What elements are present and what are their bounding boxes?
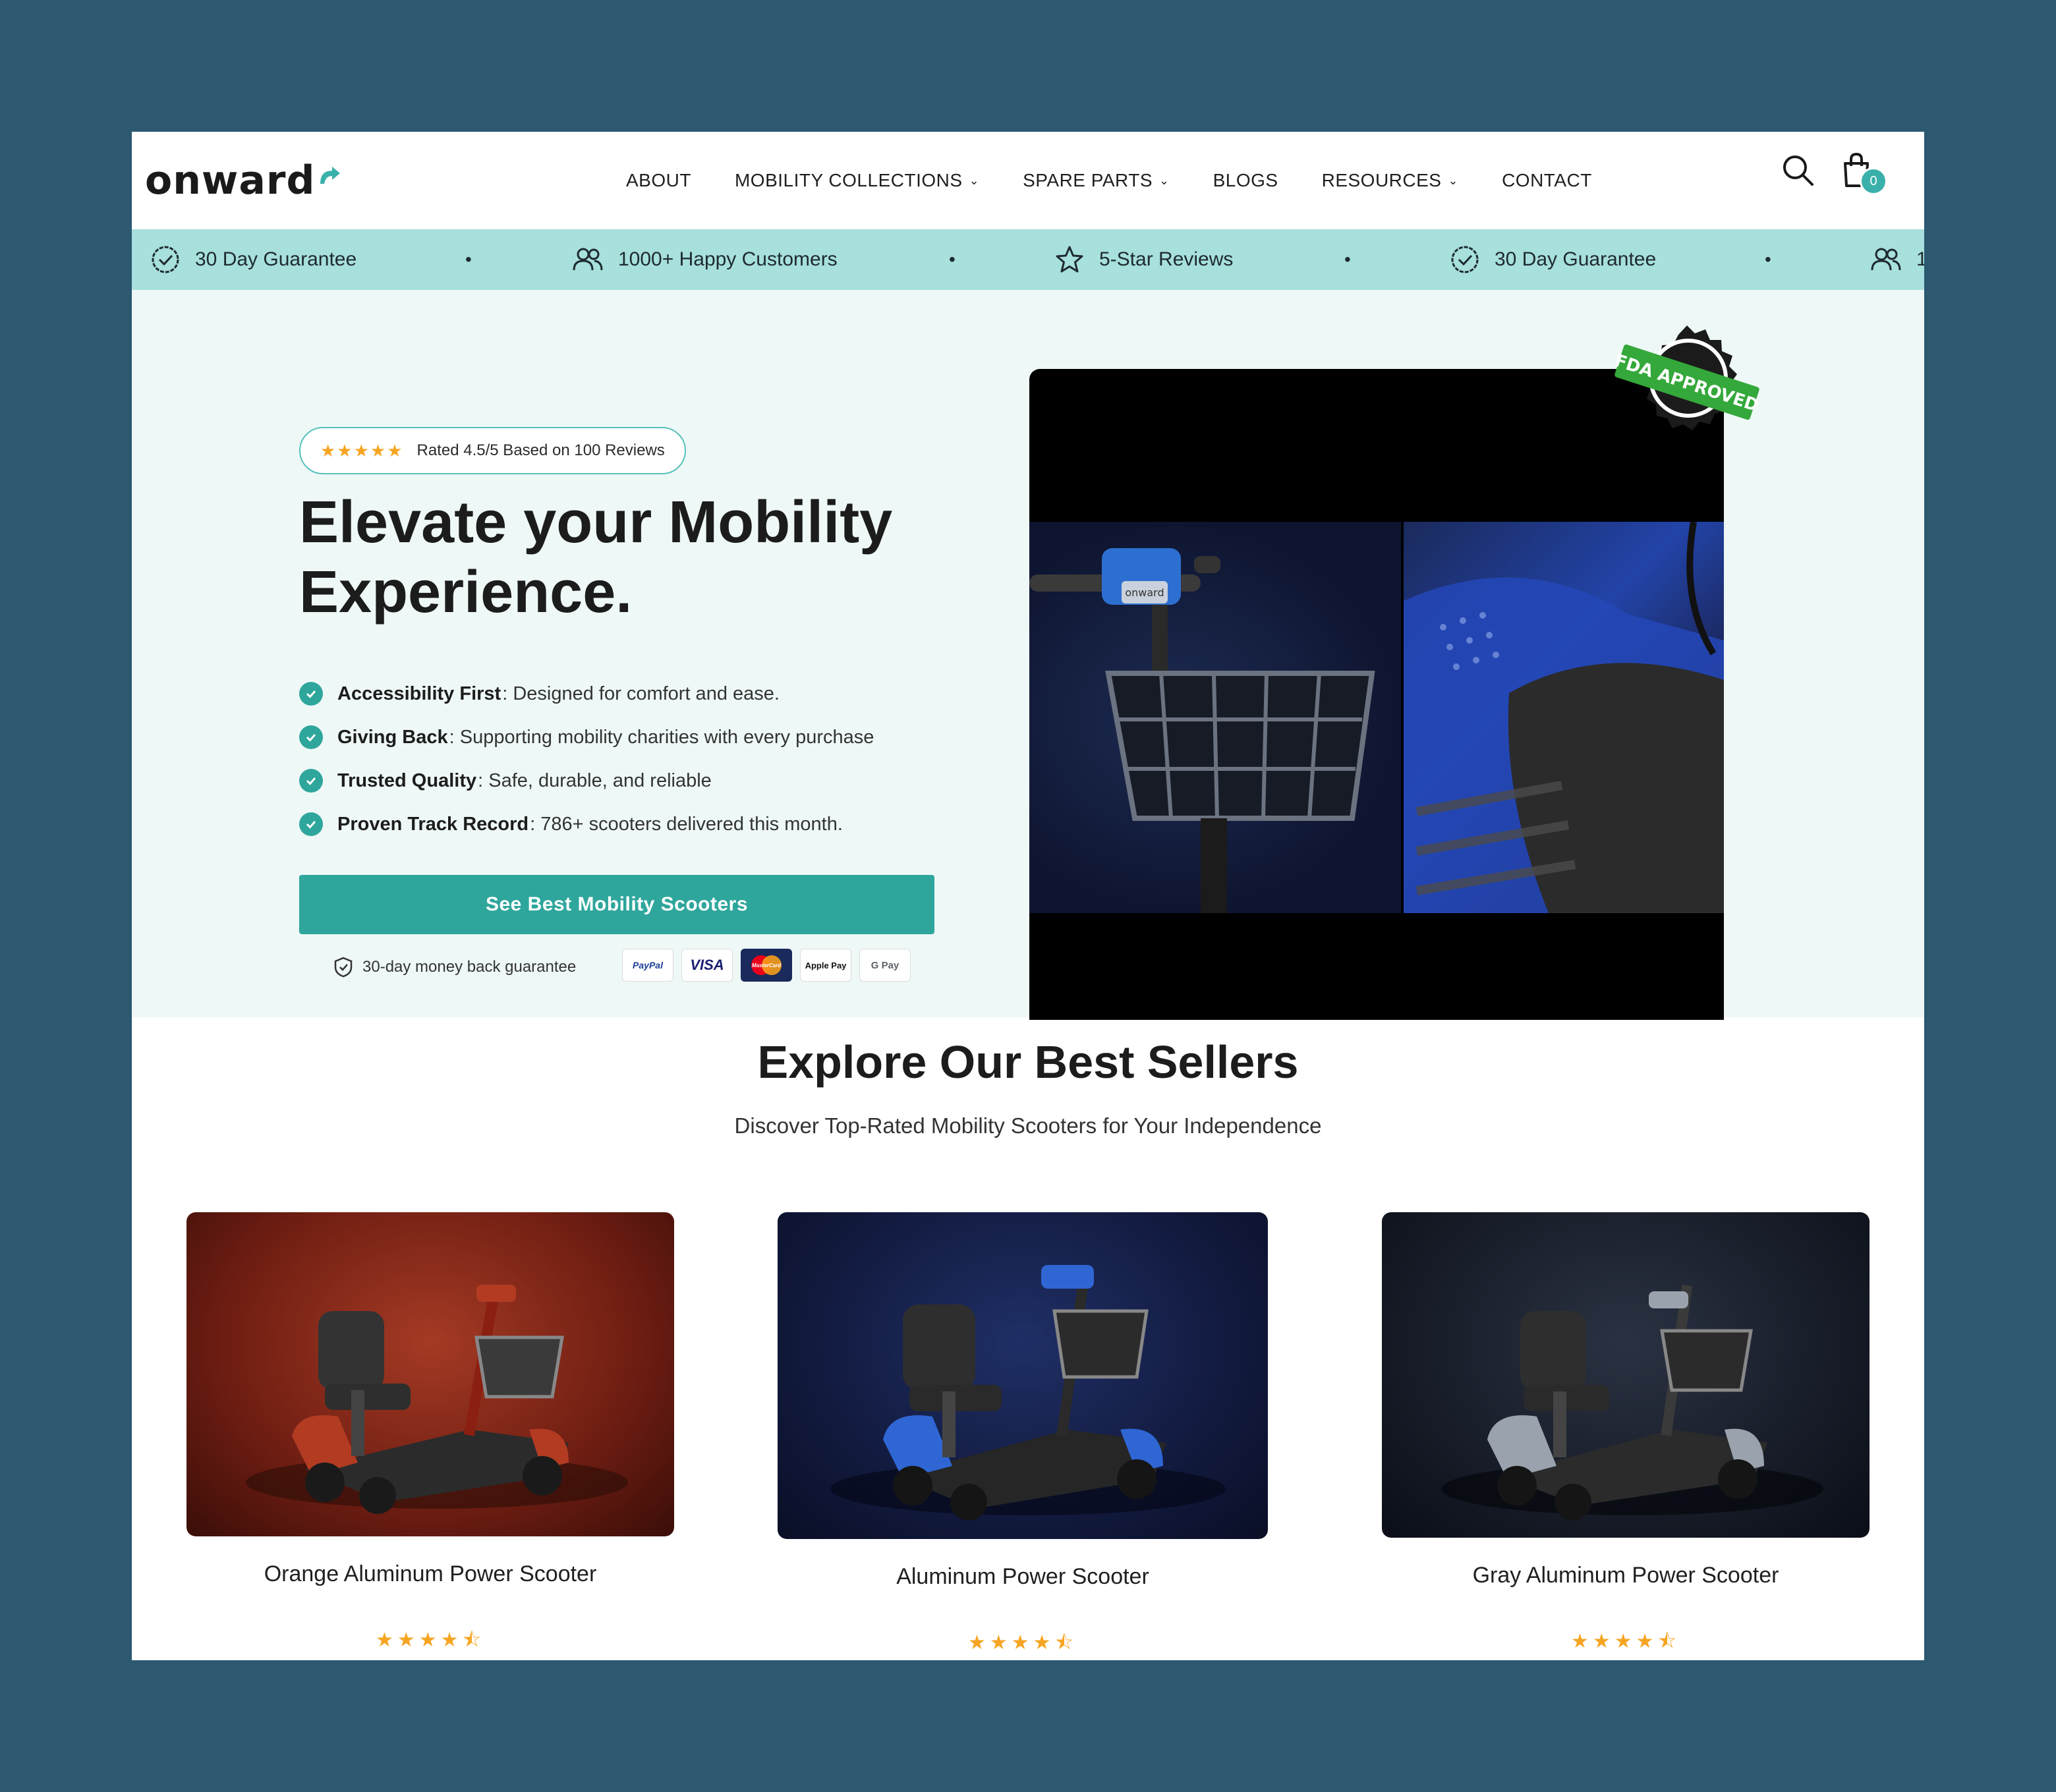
product-name[interactable]: Gray Aluminum Power Scooter bbox=[1382, 1563, 1870, 1588]
nav-label: ABOUT bbox=[626, 170, 691, 190]
hero-title-line-2: Experience. bbox=[299, 559, 633, 625]
product-rating-stars: ★★★★⯪ bbox=[376, 1629, 485, 1651]
scooter-basket-image: onward bbox=[1029, 522, 1401, 913]
hero-title-line-1: Elevate your Mobility bbox=[299, 490, 893, 555]
ticker-item: 5-Star Reviews bbox=[1054, 229, 1233, 290]
product-name[interactable]: Orange Aluminum Power Scooter bbox=[186, 1561, 674, 1587]
feature-text: : Supporting mobility charities with eve… bbox=[449, 726, 874, 748]
fda-approved-badge: FDA APPROVED bbox=[1612, 323, 1761, 455]
visa-logo: VISA bbox=[681, 949, 733, 982]
scooter-floor-closeup-image bbox=[1404, 521, 1724, 913]
feature-title: Trusted Quality bbox=[337, 770, 477, 791]
nav-label: RESOURCES bbox=[1321, 170, 1442, 190]
check-circle-icon bbox=[299, 725, 323, 749]
google-pay-logo: G Pay bbox=[859, 949, 911, 982]
rating-stars: ★★★★★ bbox=[320, 440, 404, 461]
product-rating-stars: ★★★★⯪ bbox=[968, 1632, 1077, 1654]
rating-pill: ★★★★★ Rated 4.5/5 Based on 100 Reviews bbox=[299, 427, 686, 474]
mastercard-logo: MasterCard bbox=[741, 949, 792, 982]
ticker-label: 5-Star Reviews bbox=[1099, 248, 1234, 270]
product-card[interactable]: Aluminum Power Scooter ★★★★⯪ bbox=[778, 1212, 1268, 1660]
chevron-down-icon: ⌄ bbox=[1448, 173, 1459, 187]
shield-check-icon bbox=[334, 957, 353, 978]
scooter-display-text: onward bbox=[1125, 586, 1164, 599]
browser-page: onward ABOUT MOBILITY COLLECTIONS ⌄ SPARE… bbox=[132, 132, 1924, 1660]
nav-contact[interactable]: CONTACT bbox=[1502, 170, 1592, 191]
site-header: onward ABOUT MOBILITY COLLECTIONS ⌄ SPARE… bbox=[132, 132, 1924, 229]
product-image[interactable] bbox=[778, 1212, 1268, 1539]
ticker-separator: • bbox=[1344, 249, 1351, 269]
chevron-down-icon: ⌄ bbox=[969, 173, 980, 187]
hero-video[interactable]: onward bbox=[1029, 369, 1724, 1020]
cart-button[interactable]: 0 bbox=[1840, 152, 1887, 198]
search-button[interactable] bbox=[1779, 152, 1819, 191]
payment-methods: PayPal VISA MasterCard Apple Pay G Pay bbox=[622, 949, 919, 982]
users-icon bbox=[1871, 248, 1901, 271]
check-circle-icon bbox=[299, 682, 323, 706]
badge-check-icon bbox=[152, 246, 179, 273]
ticker-separator: • bbox=[1765, 249, 1771, 269]
nav-mobility-collections[interactable]: MOBILITY COLLECTIONS ⌄ bbox=[735, 170, 979, 191]
feature-title: Proven Track Record bbox=[337, 813, 529, 835]
feature-text: : 786+ scooters delivered this month. bbox=[530, 813, 843, 835]
ticker-label: 1 bbox=[1916, 248, 1924, 270]
nav-spare-parts[interactable]: SPARE PARTS ⌄ bbox=[1023, 170, 1170, 191]
main-nav: ABOUT MOBILITY COLLECTIONS ⌄ SPARE PARTS ⌄… bbox=[626, 132, 1636, 229]
ticker-item: 30 Day Guarantee bbox=[150, 229, 357, 290]
feature-item: Proven Track Record: 786+ scooters deliv… bbox=[299, 802, 874, 846]
feature-text: : Designed for comfort and ease. bbox=[502, 683, 780, 704]
feature-text: : Safe, durable, and reliable bbox=[478, 770, 712, 791]
ticker-separator: • bbox=[949, 249, 956, 269]
star-icon bbox=[1056, 246, 1083, 273]
ticker-label: 1000+ Happy Customers bbox=[618, 248, 838, 270]
apple-pay-logo: Apple Pay bbox=[800, 949, 851, 982]
cart-count-badge: 0 bbox=[1860, 167, 1887, 195]
feature-item: Accessibility First: Designed for comfor… bbox=[299, 672, 874, 715]
trust-ticker: 30 Day Guarantee • 1000+ Happy Customers… bbox=[132, 229, 1924, 290]
ticker-separator: • bbox=[465, 249, 472, 269]
logo[interactable]: onward bbox=[145, 150, 343, 211]
feature-title: Giving Back bbox=[337, 726, 448, 748]
money-back-guarantee: 30-day money back guarantee bbox=[333, 957, 576, 978]
feature-title: Accessibility First bbox=[337, 683, 501, 704]
nav-about[interactable]: ABOUT bbox=[626, 170, 691, 191]
product-image[interactable] bbox=[1382, 1212, 1870, 1538]
logo-arrow-icon bbox=[320, 167, 341, 184]
feature-item: Trusted Quality: Safe, durable, and reli… bbox=[299, 759, 874, 802]
hero-title: Elevate your Mobility Experience. bbox=[299, 488, 932, 627]
product-card[interactable]: Gray Aluminum Power Scooter ★★★★⯪ bbox=[1382, 1212, 1870, 1660]
feature-item: Giving Back: Supporting mobility chariti… bbox=[299, 715, 874, 759]
ticker-label: 30 Day Guarantee bbox=[195, 248, 357, 270]
product-rating-stars: ★★★★⯪ bbox=[1571, 1631, 1680, 1652]
product-card[interactable]: Orange Aluminum Power Scooter ★★★★⯪ bbox=[186, 1212, 674, 1659]
mastercard-text: MasterCard bbox=[751, 962, 781, 968]
ticker-item: 1000+ Happy Customers bbox=[572, 229, 838, 290]
ticker-item: 1 bbox=[1870, 229, 1924, 290]
nav-label: CONTACT bbox=[1502, 170, 1592, 190]
best-sellers-subtitle: Discover Top-Rated Mobility Scooters for… bbox=[734, 1113, 1322, 1138]
see-best-scooters-button[interactable]: See Best Mobility Scooters bbox=[299, 875, 934, 934]
product-image[interactable] bbox=[186, 1212, 674, 1536]
ticker-label: 30 Day Guarantee bbox=[1495, 248, 1657, 270]
product-name[interactable]: Aluminum Power Scooter bbox=[778, 1564, 1268, 1590]
users-icon bbox=[573, 248, 603, 271]
nav-label: SPARE PARTS bbox=[1023, 170, 1153, 190]
nav-label: BLOGS bbox=[1213, 170, 1278, 190]
ticker-item: 30 Day Guarantee bbox=[1450, 229, 1656, 290]
nav-resources[interactable]: RESOURCES ⌄ bbox=[1322, 170, 1458, 191]
best-sellers-title: Explore Our Best Sellers bbox=[757, 1036, 1299, 1088]
badge-check-icon bbox=[1451, 246, 1479, 273]
feature-list: Accessibility First: Designed for comfor… bbox=[299, 672, 874, 846]
search-icon bbox=[1783, 155, 1813, 186]
nav-blogs[interactable]: BLOGS bbox=[1213, 170, 1278, 191]
check-circle-icon bbox=[299, 812, 323, 836]
check-circle-icon bbox=[299, 769, 323, 793]
chevron-down-icon: ⌄ bbox=[1159, 173, 1170, 187]
guarantee-text: 30-day money back guarantee bbox=[362, 958, 577, 976]
paypal-logo: PayPal bbox=[622, 949, 673, 982]
logo-text: onward bbox=[145, 157, 316, 204]
rating-text: Rated 4.5/5 Based on 100 Reviews bbox=[416, 441, 665, 459]
nav-label: MOBILITY COLLECTIONS bbox=[734, 170, 963, 190]
